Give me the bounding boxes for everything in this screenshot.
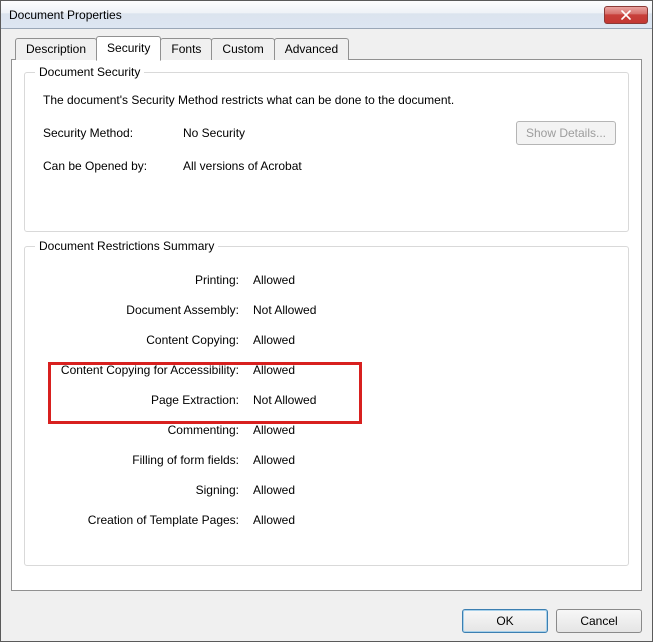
tab-description[interactable]: Description [15, 38, 97, 60]
restriction-label: Printing: [37, 273, 247, 287]
security-method-label: Security Method: [43, 126, 183, 140]
restriction-value: Not Allowed [247, 303, 316, 317]
cancel-button[interactable]: Cancel [556, 609, 642, 633]
restriction-value: Allowed [247, 513, 295, 527]
restriction-row: Content Copying: Allowed [37, 325, 616, 355]
restriction-row: Page Extraction: Not Allowed [37, 385, 616, 415]
tab-panel-security: Document Security The document's Securit… [11, 59, 642, 591]
opened-by-value: All versions of Acrobat [183, 159, 616, 173]
show-details-button: Show Details... [516, 121, 616, 145]
restriction-label: Signing: [37, 483, 247, 497]
restriction-value: Allowed [247, 453, 295, 467]
restriction-row: Printing: Allowed [37, 265, 616, 295]
window-title: Document Properties [9, 8, 604, 22]
group-title-restrictions: Document Restrictions Summary [35, 239, 218, 253]
restriction-row: Content Copying for Accessibility: Allow… [37, 355, 616, 385]
restriction-value: Allowed [247, 483, 295, 497]
security-method-value: No Security [183, 126, 516, 140]
restriction-value: Allowed [247, 363, 295, 377]
restriction-label: Document Assembly: [37, 303, 247, 317]
restriction-value: Allowed [247, 423, 295, 437]
restriction-value: Not Allowed [247, 393, 316, 407]
security-method-row: Security Method: No Security Show Detail… [43, 121, 616, 145]
dialog-window: Document Properties Description Security… [0, 0, 653, 642]
tab-security[interactable]: Security [96, 36, 161, 61]
restriction-row: Commenting: Allowed [37, 415, 616, 445]
dialog-content: Description Security Fonts Custom Advanc… [1, 29, 652, 601]
restriction-value: Allowed [247, 273, 295, 287]
ok-button[interactable]: OK [462, 609, 548, 633]
restriction-label: Commenting: [37, 423, 247, 437]
restriction-label: Page Extraction: [37, 393, 247, 407]
restriction-label: Content Copying for Accessibility: [37, 363, 247, 377]
group-title-security: Document Security [35, 65, 144, 79]
tab-advanced[interactable]: Advanced [274, 38, 349, 60]
close-button[interactable] [604, 6, 648, 24]
dialog-footer: OK Cancel [1, 601, 652, 641]
group-restrictions: Document Restrictions Summary Printing: … [24, 246, 629, 566]
restriction-row: Signing: Allowed [37, 475, 616, 505]
opened-by-row: Can be Opened by: All versions of Acroba… [43, 159, 616, 173]
restriction-row: Document Assembly: Not Allowed [37, 295, 616, 325]
security-description: The document's Security Method restricts… [43, 93, 616, 107]
tab-custom[interactable]: Custom [211, 38, 274, 60]
restriction-row: Filling of form fields: Allowed [37, 445, 616, 475]
restriction-label: Creation of Template Pages: [37, 513, 247, 527]
group-document-security: Document Security The document's Securit… [24, 72, 629, 232]
close-icon [621, 10, 631, 20]
tab-strip: Description Security Fonts Custom Advanc… [11, 35, 642, 59]
restriction-label: Filling of form fields: [37, 453, 247, 467]
restriction-value: Allowed [247, 333, 295, 347]
titlebar: Document Properties [1, 1, 652, 29]
tab-fonts[interactable]: Fonts [160, 38, 212, 60]
opened-by-label: Can be Opened by: [43, 159, 183, 173]
restriction-label: Content Copying: [37, 333, 247, 347]
restriction-row: Creation of Template Pages: Allowed [37, 505, 616, 535]
